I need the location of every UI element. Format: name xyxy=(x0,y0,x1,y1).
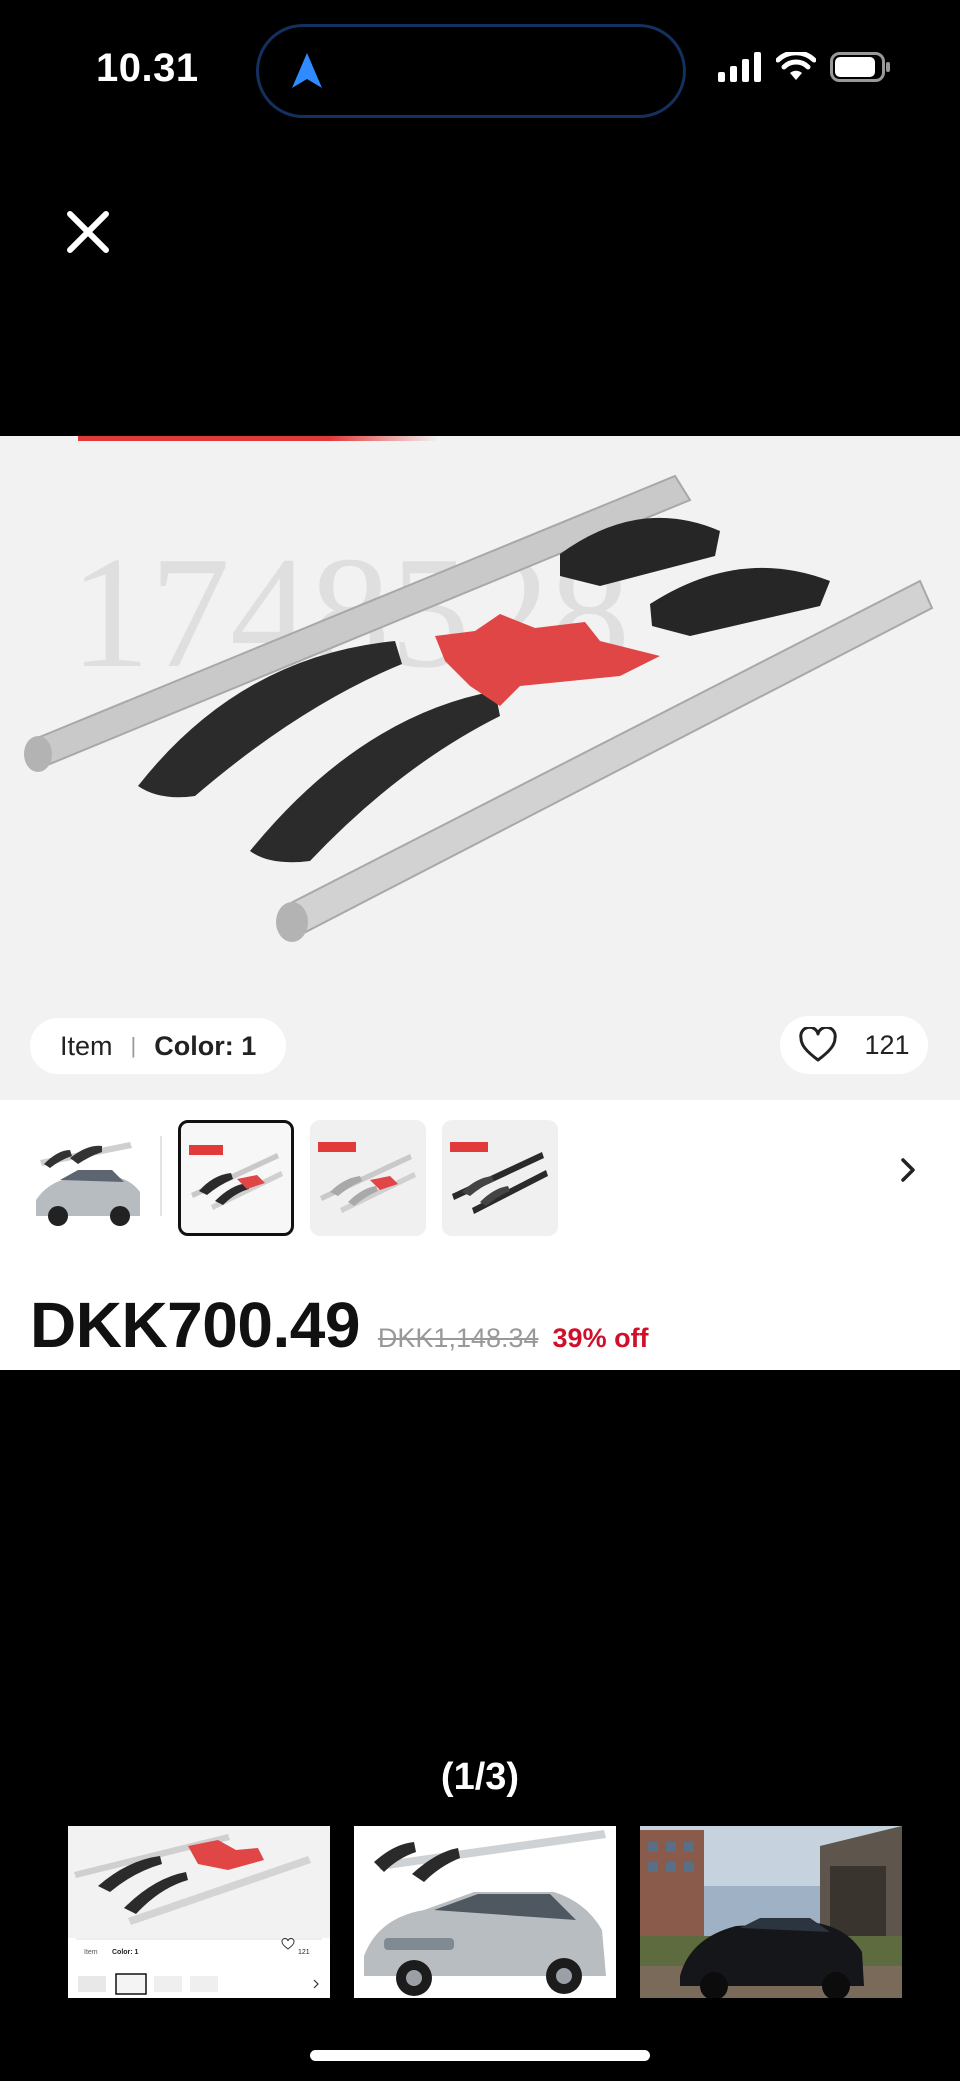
roof-rail-kit-illustration: 1748528 xyxy=(24,474,934,942)
chevron-right-icon[interactable] xyxy=(896,1155,920,1185)
silver-black-rails-thumbnail[interactable] xyxy=(178,1120,294,1236)
gallery-thumbnail-1[interactable]: Item Color: 1 121 xyxy=(68,1826,330,1998)
thumbnail-divider xyxy=(160,1136,162,1216)
current-price: DKK700.49 xyxy=(30,1289,360,1361)
black-rails-thumbnail[interactable] xyxy=(442,1120,558,1236)
battery-icon xyxy=(830,52,890,82)
navigation-island[interactable] xyxy=(256,24,686,118)
discount-badge: 39% off xyxy=(552,1323,649,1353)
variant-separator: | xyxy=(130,1033,137,1058)
thumbnail-image xyxy=(189,1145,283,1210)
gallery-counter: (1/3) xyxy=(440,1756,520,1798)
mini-color-label: Color: 1 xyxy=(112,1949,139,1956)
gallery-image-product-screenshot: Item Color: 1 121 xyxy=(68,1826,330,1998)
gallery-image-silver-suv xyxy=(354,1826,616,1998)
heart-icon xyxy=(799,1027,838,1062)
mini-like-count: 121 xyxy=(298,1949,310,1956)
status-bar: 10.31 xyxy=(0,0,960,140)
status-icons xyxy=(718,52,892,82)
silver-rails-thumbnail[interactable] xyxy=(310,1120,426,1236)
home-indicator[interactable] xyxy=(310,2050,650,2061)
thumbnail-image xyxy=(318,1142,416,1213)
variant-item-label: Item xyxy=(60,1030,113,1061)
gallery-image-black-car-photo xyxy=(640,1826,902,1998)
price-row: DKK700.49 DKK1,148.34 39% off xyxy=(30,1288,649,1362)
close-icon[interactable] xyxy=(60,204,116,260)
like-button[interactable]: 121 xyxy=(780,1016,928,1074)
car-thumbnail-image xyxy=(36,1142,140,1226)
variant-thumbnails xyxy=(0,1100,960,1236)
product-preview-card: 1748528 Item | Color: 1 121 xyxy=(0,436,960,1370)
original-price: DKK1,148.34 xyxy=(377,1323,539,1353)
like-count: 121 xyxy=(864,1029,910,1060)
product-main-image[interactable]: 1748528 Item | Color: 1 121 xyxy=(0,436,960,1101)
gallery-thumbnail-3[interactable] xyxy=(640,1826,902,1998)
wifi-icon xyxy=(776,52,816,80)
thumbnail-image xyxy=(450,1142,548,1214)
status-time: 10.31 xyxy=(96,46,199,90)
car-photo-thumbnail[interactable] xyxy=(30,1120,146,1236)
variant-selector[interactable]: Item | Color: 1 xyxy=(30,1018,287,1074)
gallery-thumbnail-2[interactable] xyxy=(354,1826,616,1998)
cellular-signal-icon xyxy=(718,52,761,82)
variant-color-label: Color: 1 xyxy=(154,1030,257,1061)
mini-item-label: Item xyxy=(84,1949,98,1956)
navigation-arrow-icon xyxy=(292,53,322,88)
